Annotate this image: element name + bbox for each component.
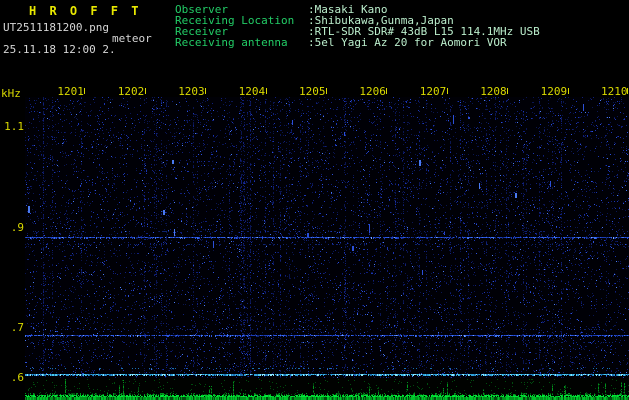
y-tick-label: .7 (10, 321, 24, 334)
x-tick-mark (84, 88, 86, 94)
x-tick-label: 1207 (419, 85, 447, 98)
hrofft-screen: H R O F F T UT2511181200.png meteor 25.1… (0, 0, 629, 400)
x-tick-mark (446, 88, 448, 94)
x-tick-label: 1210 (601, 85, 628, 98)
x-tick-label: 1201 (57, 85, 84, 98)
x-tick-mark (507, 88, 509, 94)
x-tick-label: 1206 (359, 85, 386, 98)
x-tick-label: 1203 (178, 85, 205, 98)
x-tick-label: 1208 (480, 85, 507, 98)
x-tick-label: 1204 (238, 85, 266, 98)
x-tick-mark (386, 88, 388, 94)
file-tag: meteor (112, 32, 152, 45)
x-tick-label: 1205 (299, 85, 326, 98)
signal-level-strip (25, 379, 629, 400)
x-tick-mark (144, 88, 146, 94)
x-tick-mark (567, 88, 569, 94)
date-time: 25.11.18 12:00 2. (3, 43, 116, 56)
spectrogram (25, 97, 629, 378)
station-info: Observer:Masaki Kano Receiving Location:… (175, 4, 540, 48)
y-tick-label: .9 (10, 221, 24, 234)
x-tick-label: 1209 (540, 85, 568, 98)
y-tick-label: 1.1 (4, 120, 24, 133)
y-tick-label: .6 (10, 371, 24, 384)
output-filename: UT2511181200.png (3, 21, 109, 34)
info-row: Receiving antenna :5el Yagi Az 20 for Aom… (175, 37, 540, 48)
y-axis-unit: kHz (1, 87, 21, 100)
x-tick-mark (326, 88, 327, 94)
info-label: Receiving antenna (175, 36, 288, 49)
x-tick-mark (205, 88, 207, 94)
app-logo: H R O F F T (29, 4, 142, 18)
x-tick-mark (265, 88, 267, 94)
info-value: :5el Yagi Az 20 for Aomori VOR (308, 36, 507, 49)
x-tick-label: 1202 (117, 85, 145, 98)
x-tick-mark (627, 88, 628, 94)
